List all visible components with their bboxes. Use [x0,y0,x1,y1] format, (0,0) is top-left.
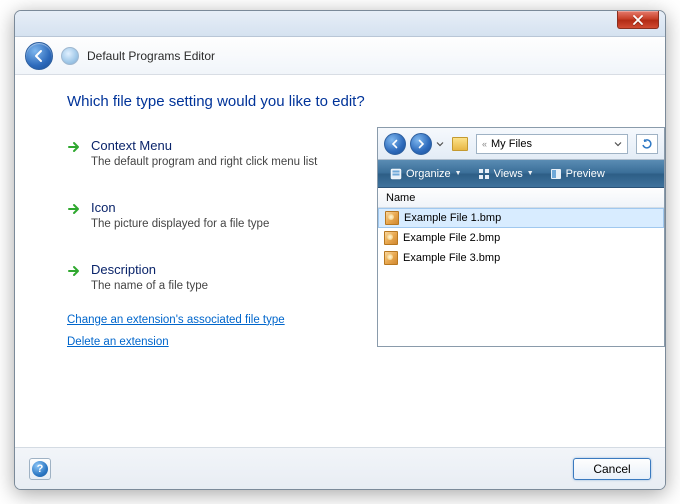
chevron-down-icon [614,140,622,148]
preview-forward-button[interactable] [410,133,432,155]
preview-button[interactable]: Preview [544,166,611,182]
folder-icon [452,137,468,151]
arrow-left-icon [32,49,46,63]
arrow-left-icon [390,139,400,149]
views-icon [478,168,490,180]
file-row[interactable]: Example File 1.bmp [378,208,664,228]
column-headers[interactable]: Name [378,188,664,208]
preview-back-button[interactable] [384,133,406,155]
file-row[interactable]: Example File 3.bmp [378,248,664,268]
option-subtitle: The name of a file type [91,279,208,294]
window-title: Default Programs Editor [87,49,215,63]
file-name: Example File 1.bmp [404,212,501,224]
option-title: Icon [91,200,269,215]
preview-nav: « My Files [378,128,664,160]
chevron-down-icon[interactable] [436,140,444,148]
preview-toolbar: Organize ▼ Views ▼ Preview [378,160,664,188]
bmp-file-icon [385,211,399,225]
bmp-file-icon [384,251,398,265]
option-subtitle: The picture displayed for a file type [91,217,269,232]
breadcrumb-folder: My Files [491,138,532,150]
explorer-preview: « My Files Organize ▼ [377,127,665,347]
chevron-down-icon: ▼ [455,170,462,177]
help-button[interactable]: ? [29,458,51,480]
footer: ? Cancel [15,447,665,489]
arrow-right-icon [67,264,81,278]
views-label: Views [494,168,523,180]
col-name: Name [386,192,415,204]
file-name: Example File 2.bmp [403,232,500,244]
views-button[interactable]: Views ▼ [472,166,540,182]
titlebar [15,11,665,37]
breadcrumb-prefix: « [482,139,487,149]
back-button[interactable] [25,42,53,70]
page-heading: Which file type setting would you like t… [67,93,641,110]
option-context-menu[interactable]: Context Menu The default program and rig… [67,138,347,170]
header-bar: Default Programs Editor [15,37,665,75]
file-name: Example File 3.bmp [403,252,500,264]
refresh-button[interactable] [636,134,658,154]
file-row[interactable]: Example File 2.bmp [378,228,664,248]
refresh-icon [641,138,653,150]
option-title: Description [91,262,208,277]
breadcrumb[interactable]: « My Files [476,134,628,154]
preview-icon [550,168,562,180]
organize-label: Organize [406,168,451,180]
option-icon[interactable]: Icon The picture displayed for a file ty… [67,200,347,232]
app-icon [61,47,79,65]
organize-icon [390,168,402,180]
bmp-file-icon [384,231,398,245]
cancel-button[interactable]: Cancel [573,458,651,480]
help-icon: ? [32,461,48,477]
chevron-down-icon: ▼ [527,170,534,177]
arrow-right-icon [416,139,426,149]
option-title: Context Menu [91,138,317,153]
preview-label: Preview [566,168,605,180]
option-subtitle: The default program and right click menu… [91,155,317,170]
arrow-right-icon [67,140,81,154]
option-description[interactable]: Description The name of a file type [67,262,347,294]
close-button[interactable] [617,11,659,29]
arrow-right-icon [67,202,81,216]
cancel-label: Cancel [593,462,630,476]
close-icon [633,15,643,25]
dialog-window: Default Programs Editor Which file type … [14,10,666,490]
organize-button[interactable]: Organize ▼ [384,166,468,182]
content-area: Which file type setting would you like t… [15,75,665,447]
